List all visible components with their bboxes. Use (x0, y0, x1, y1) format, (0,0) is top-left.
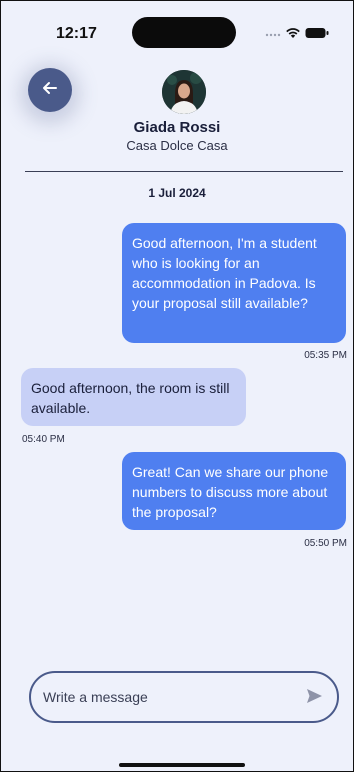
header-divider (25, 171, 343, 172)
wifi-icon (285, 27, 301, 39)
arrow-left-icon (40, 78, 60, 103)
phone-screen: 12:17 Giada Rossi Casa Dolce Casa 1 Jul … (0, 0, 354, 772)
message-time: 05:35 PM (304, 350, 347, 361)
contact-subtitle: Casa Dolce Casa (126, 138, 228, 153)
message-time: 05:40 PM (22, 434, 65, 445)
dynamic-island (132, 17, 236, 48)
home-indicator[interactable] (119, 763, 245, 767)
message-bubble-received: Good afternoon, the room is still availa… (21, 368, 246, 426)
message-input[interactable] (41, 688, 295, 706)
send-icon (304, 686, 324, 711)
status-icons (265, 27, 329, 39)
message-bubble-sent: Great! Can we share our phone numbers to… (122, 452, 346, 530)
message-bubble-sent: Good afternoon, I'm a student who is loo… (122, 223, 346, 343)
status-bar: 12:17 (1, 1, 353, 61)
contact-name: Giada Rossi (133, 119, 221, 136)
message-time: 05:50 PM (304, 538, 347, 549)
back-button[interactable] (28, 68, 72, 112)
battery-icon (305, 27, 329, 39)
avatar (162, 70, 206, 114)
send-button[interactable] (303, 687, 325, 709)
message-composer (29, 671, 339, 723)
date-separator: 1 Jul 2024 (148, 186, 206, 200)
status-time: 12:17 (56, 25, 97, 42)
signal-icon (265, 29, 281, 37)
